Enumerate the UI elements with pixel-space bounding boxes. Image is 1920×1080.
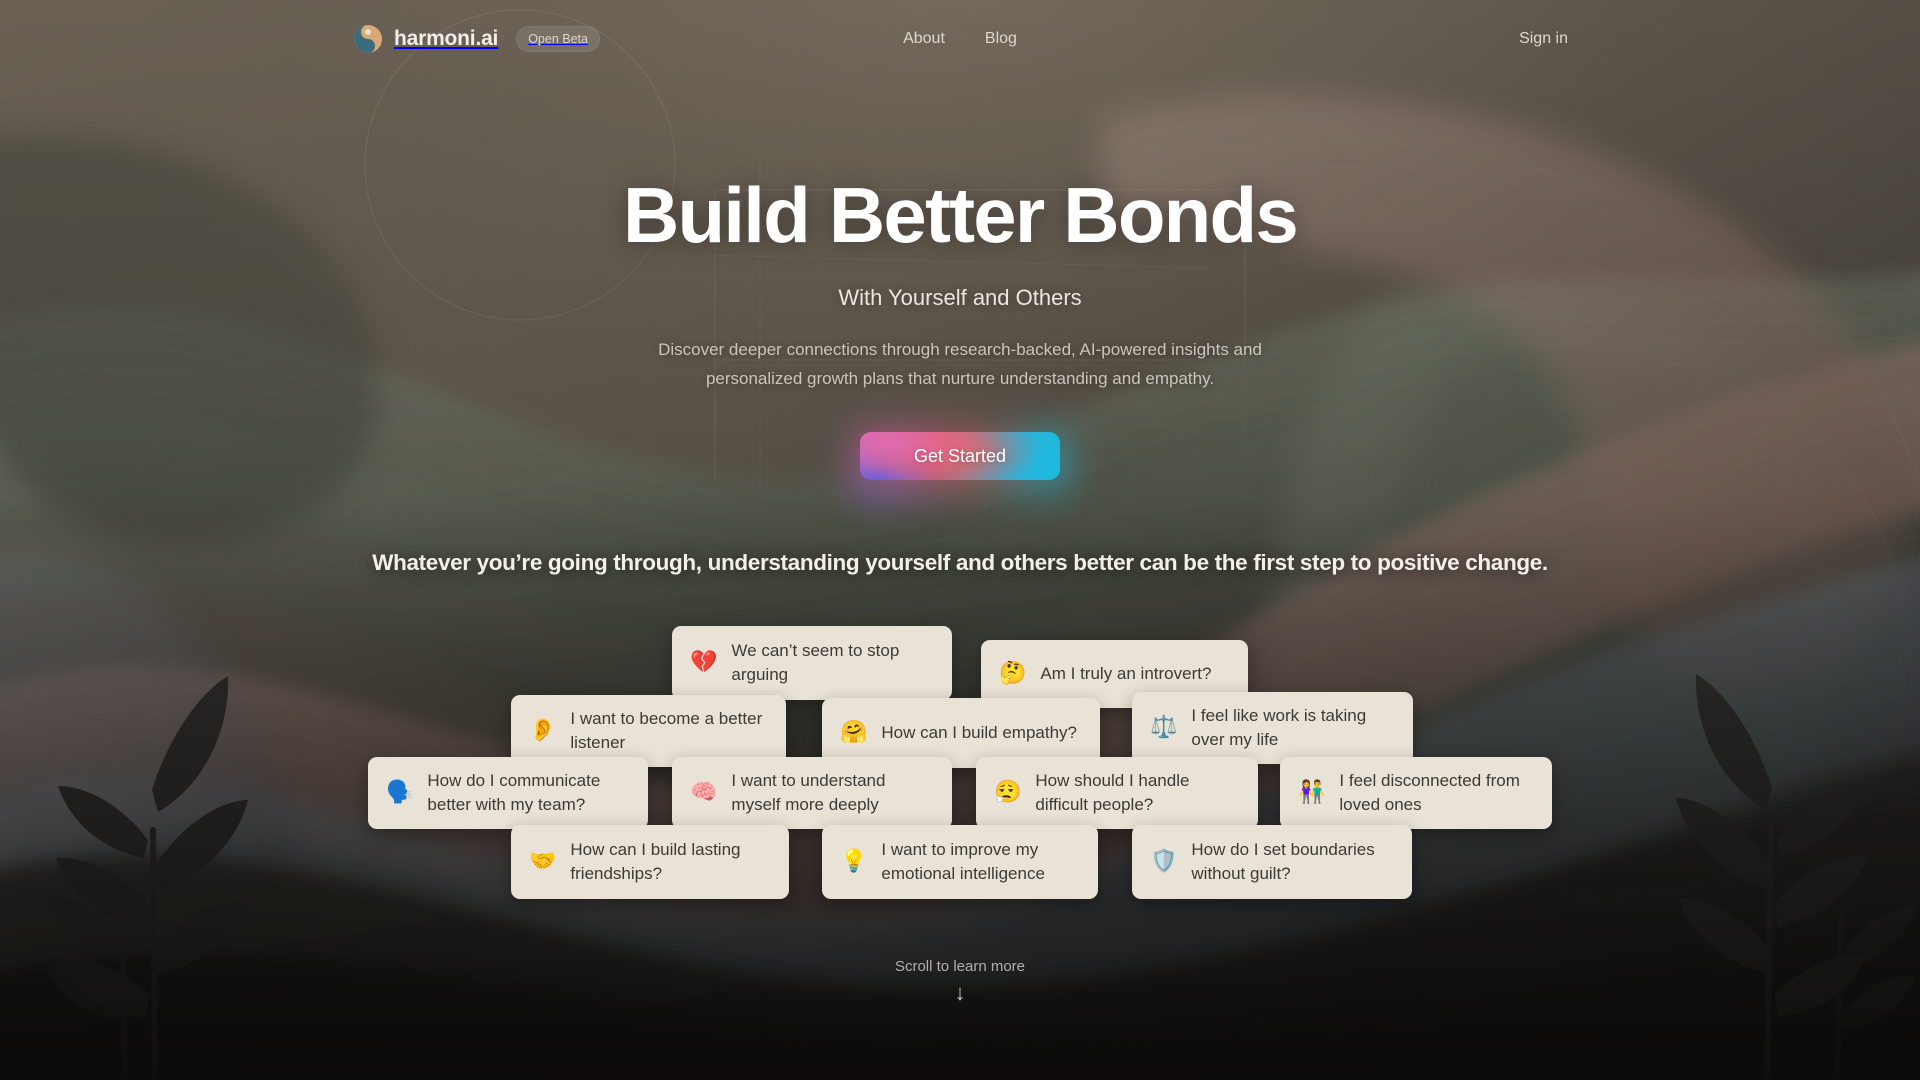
prompt-card[interactable]: 💡 I want to improve my emotional intellig… xyxy=(822,825,1098,899)
prompt-card[interactable]: 👫 I feel disconnected from loved ones xyxy=(1280,757,1552,829)
ear-icon: 👂 xyxy=(529,718,557,743)
prompt-card[interactable]: 🛡️ How do I set boundaries without guilt? xyxy=(1132,825,1412,899)
shield-icon: 🛡️ xyxy=(1150,849,1178,874)
prompt-card[interactable]: 🤝 How can I build lasting friendships? xyxy=(511,825,789,899)
prompt-card-label: I want to improve my emotional intellige… xyxy=(881,839,1045,883)
brain-icon: 🧠 xyxy=(690,780,718,805)
face-exhaling-icon: 😮‍💨 xyxy=(994,780,1022,805)
prompt-card[interactable]: 🧠 I want to understand myself more deeply xyxy=(672,757,952,829)
prompt-card-label: I feel like work is taking over my life xyxy=(1191,705,1367,749)
prompt-card[interactable]: 💔 We can’t seem to stop arguing xyxy=(672,626,952,700)
prompt-card-label: How do I set boundaries without guilt? xyxy=(1191,839,1375,883)
prompt-card-label: Am I truly an introvert? xyxy=(1040,663,1212,683)
broken-heart-icon: 💔 xyxy=(690,650,718,675)
prompt-card[interactable]: 😮‍💨 How should I handle difficult people? xyxy=(976,757,1258,829)
prompt-card-label: How can I build empathy? xyxy=(881,722,1078,742)
light-bulb-icon: 💡 xyxy=(840,849,868,874)
prompt-card-cluster: 💔 We can’t seem to stop arguing 🤔 Am I trul… xyxy=(0,0,1920,1080)
hugging-face-icon: 🤗 xyxy=(840,720,868,745)
handshake-icon: 🤝 xyxy=(529,849,557,874)
speaking-head-icon: 🗣️ xyxy=(386,780,414,805)
prompt-card[interactable]: 🗣️ How do I communicate better with my te… xyxy=(368,757,648,829)
prompt-card-label: How do I communicate better with my team… xyxy=(427,770,601,814)
prompt-card[interactable]: ⚖️ I feel like work is taking over my lif… xyxy=(1132,692,1413,764)
thinking-face-icon: 🤔 xyxy=(999,661,1027,686)
prompt-card-label: We can’t seem to stop arguing xyxy=(731,640,900,684)
prompt-card-label: I want to understand myself more deeply xyxy=(731,770,886,814)
prompt-card-label: How can I build lasting friendships? xyxy=(570,839,741,883)
prompt-card-label: I want to become a better listener xyxy=(570,708,763,752)
prompt-card-label: I feel disconnected from loved ones xyxy=(1339,770,1520,814)
scroll-hint-label: Scroll to learn more xyxy=(894,958,1026,975)
down-arrow-icon[interactable]: ↓ xyxy=(0,982,1920,1004)
prompt-card-label: How should I handle difficult people? xyxy=(1035,770,1190,814)
couple-icon: 👫 xyxy=(1298,780,1326,805)
balance-scale-icon: ⚖️ xyxy=(1150,715,1178,740)
